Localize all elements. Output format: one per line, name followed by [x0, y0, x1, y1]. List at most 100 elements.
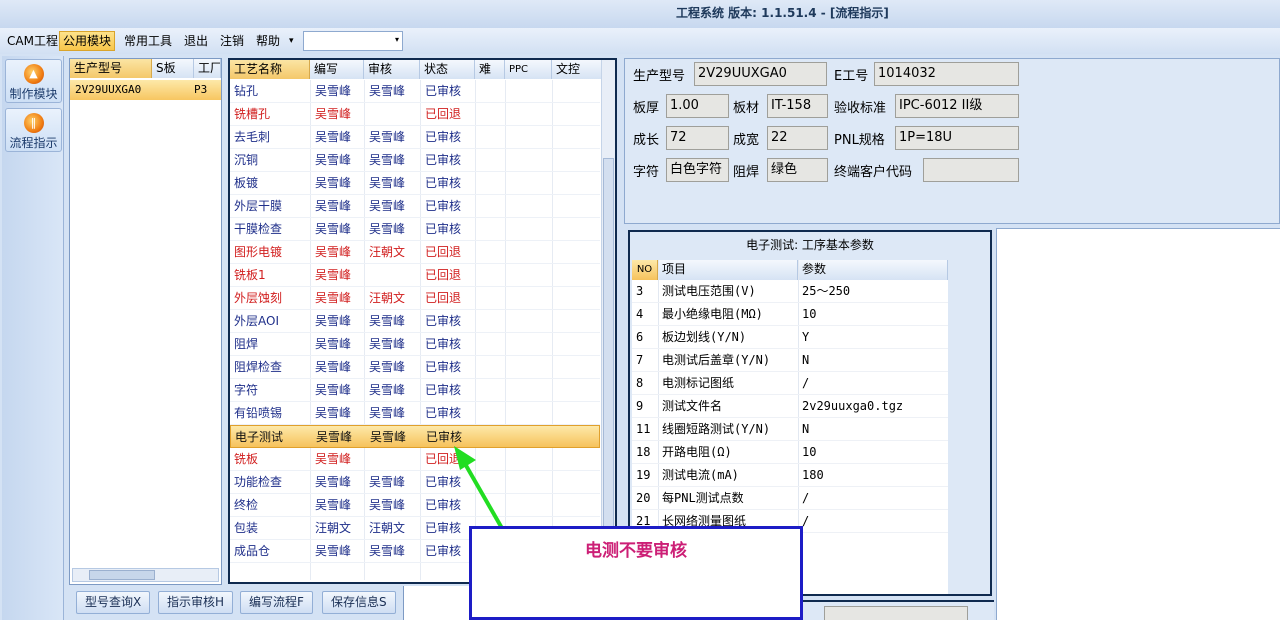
param-item-cell: 电测标记图纸: [662, 376, 735, 390]
col-status-header[interactable]: 状态: [420, 60, 475, 79]
table-row[interactable]: 终检 吴雪峰 吴雪峰 已审核: [230, 494, 600, 517]
table-row[interactable]: 20 每PNL测试点数 /: [632, 487, 948, 510]
col-factory-header[interactable]: 工厂: [194, 59, 221, 78]
reviewer-cell: 吴雪峰: [369, 544, 406, 558]
table-row[interactable]: 阻焊检查 吴雪峰 吴雪峰 已审核: [230, 356, 600, 379]
model-field[interactable]: 2V29UUXGA0: [694, 62, 827, 86]
solder-mask-field[interactable]: 绿色: [767, 158, 828, 182]
table-row[interactable]: 去毛刺 吴雪峰 吴雪峰 已审核: [230, 126, 600, 149]
make-module-button[interactable]: ▲ 制作模块: [5, 59, 62, 103]
table-row[interactable]: 4 最小绝缘电阻(MΩ) 10: [632, 303, 948, 326]
pnl-label: PNL规格: [834, 133, 885, 148]
length-field[interactable]: 72: [666, 126, 729, 150]
make-module-label: 制作模块: [9, 87, 58, 101]
table-row[interactable]: 干膜检查 吴雪峰 吴雪峰 已审核: [230, 218, 600, 241]
character-field[interactable]: 白色字符: [666, 158, 729, 182]
param-no-cell: 11: [636, 422, 651, 436]
col-value-header[interactable]: 参数: [798, 260, 948, 280]
process-name-cell: 铣板1: [234, 268, 266, 282]
table-row[interactable]: 18 开路电阻(Ω) 10: [632, 441, 948, 464]
table-row[interactable]: 外层AOI 吴雪峰 吴雪峰 已审核: [230, 310, 600, 333]
table-row[interactable]: 功能检查 吴雪峰 吴雪峰 已审核: [230, 471, 600, 494]
col-reviewer-header[interactable]: 审核: [364, 60, 420, 79]
pnl-field[interactable]: 1P=18U: [895, 126, 1019, 150]
write-flow-button[interactable]: 编写流程F: [240, 591, 313, 614]
process-flow-grid: 工艺名称 编写 审核 状态 难 PPC 文控 钻孔 吴雪峰 吴雪峰 已审核 铣槽孔 吴雪峰…: [228, 58, 617, 584]
scrollbar-thumb[interactable]: [89, 570, 155, 580]
table-row[interactable]: 铣板1 吴雪峰 已回退: [230, 264, 600, 287]
writer-cell: 吴雪峰: [315, 452, 352, 466]
table-row[interactable]: 外层干膜 吴雪峰 吴雪峰 已审核: [230, 195, 600, 218]
process-name-cell: 电子测试: [235, 430, 284, 444]
table-row[interactable]: 铣槽孔 吴雪峰 已回退: [230, 103, 600, 126]
table-row[interactable]: 19 测试电流(mA) 180: [632, 464, 948, 487]
menu-help[interactable]: 帮助: [253, 31, 283, 51]
menu-combo-box[interactable]: ▾: [303, 31, 403, 51]
menu-logout[interactable]: 注销: [217, 31, 247, 51]
table-row[interactable]: 有铅喷锡 吴雪峰 吴雪峰 已审核: [230, 402, 600, 425]
table-row[interactable]: 2V29UUXGA0 P3: [70, 80, 221, 100]
table-row[interactable]: 铣板 吴雪峰 已回退: [230, 448, 600, 471]
status-cell: 已审核: [425, 406, 462, 420]
process-name-cell: 干膜检查: [234, 222, 283, 236]
save-info-button[interactable]: 保存信息S: [322, 591, 396, 614]
table-row[interactable]: 字符 吴雪峰 吴雪峰 已审核: [230, 379, 600, 402]
writer-cell: 吴雪峰: [315, 406, 352, 420]
eno-field[interactable]: 1014032: [874, 62, 1019, 86]
customer-code-field[interactable]: [923, 158, 1019, 182]
col-writer-header[interactable]: 编写: [310, 60, 364, 79]
param-no-cell: 9: [636, 399, 644, 413]
table-row[interactable]: 9 测试文件名 2v29uuxga0.tgz: [632, 395, 948, 418]
table-row[interactable]: 电子测试 吴雪峰 吴雪峰 已审核: [230, 425, 600, 448]
col-model-header[interactable]: 生产型号: [70, 59, 152, 78]
param-item-cell: 每PNL测试点数: [662, 491, 744, 505]
col-item-header[interactable]: 项目: [658, 260, 798, 280]
model-query-button[interactable]: 型号查询X: [76, 591, 151, 614]
col-ppc-header[interactable]: PPC: [505, 60, 552, 79]
writer-cell: 吴雪峰: [315, 383, 352, 397]
process-name-cell: 铣板: [234, 452, 259, 466]
process-name-cell: 去毛刺: [234, 130, 271, 144]
review-instruction-button[interactable]: 指示审核H: [158, 591, 234, 614]
menu-exit[interactable]: 退出: [181, 31, 211, 51]
table-row[interactable]: 3 测试电压范围(V) 25～250: [632, 280, 948, 303]
material-label: 板材: [733, 101, 760, 116]
process-name-cell: 成品仓: [234, 544, 271, 558]
table-row[interactable]: 8 电测标记图纸 /: [632, 372, 948, 395]
menu-cam[interactable]: CAM工程: [4, 31, 61, 51]
standard-field[interactable]: IPC-6012 II级: [895, 94, 1019, 118]
col-process-header[interactable]: 工艺名称: [230, 60, 310, 79]
table-row[interactable]: 图形电镀 吴雪峰 汪朝文 已回退: [230, 241, 600, 264]
col-difficulty-header[interactable]: 难: [475, 60, 505, 79]
table-row[interactable]: 板镀 吴雪峰 吴雪峰 已审核: [230, 172, 600, 195]
table-row[interactable]: 钻孔 吴雪峰 吴雪峰 已审核: [230, 80, 600, 103]
table-row[interactable]: 外层蚀刻 吴雪峰 汪朝文 已回退: [230, 287, 600, 310]
table-row[interactable]: 7 电测试后盖章(Y/N) N: [632, 349, 948, 372]
table-row[interactable]: 阻焊 吴雪峰 吴雪峰 已审核: [230, 333, 600, 356]
param-value-cell: N: [802, 422, 810, 436]
annotation-callout: 电测不要审核: [469, 526, 803, 620]
right-blank-pane: [996, 228, 1280, 620]
process-grid-scrollbar[interactable]: [601, 60, 615, 582]
width-field[interactable]: 22: [767, 126, 828, 150]
model-list-scrollbar[interactable]: [72, 568, 219, 582]
process-name-cell: 外层蚀刻: [234, 291, 283, 305]
thickness-field[interactable]: 1.00: [666, 94, 729, 118]
table-row[interactable]: 11 线圈短路测试(Y/N) N: [632, 418, 948, 441]
col-no-header[interactable]: NO: [632, 260, 658, 280]
reviewer-cell: 吴雪峰: [370, 430, 407, 444]
scrollbar-thumb[interactable]: [603, 158, 614, 578]
title-bar: 工程系统 版本: 1.1.51.4 - [流程指示]: [0, 0, 1280, 28]
flow-indicator-button[interactable]: ‖ 流程指示: [5, 108, 62, 152]
process-name-cell: 图形电镀: [234, 245, 283, 259]
material-field[interactable]: IT-158: [767, 94, 828, 118]
col-doc-header[interactable]: 文控: [552, 60, 602, 79]
table-row[interactable]: 6 板边划线(Y/N) Y: [632, 326, 948, 349]
bottom-combo-box[interactable]: [824, 606, 968, 620]
menu-common-module[interactable]: 公用模块: [59, 31, 116, 51]
help-dropdown-icon[interactable]: ▾: [286, 31, 297, 51]
status-cell: 已回退: [425, 245, 462, 259]
menu-tools[interactable]: 常用工具: [121, 31, 175, 51]
table-row[interactable]: 沉铜 吴雪峰 吴雪峰 已审核: [230, 149, 600, 172]
col-sboard-header[interactable]: S板: [152, 59, 194, 78]
